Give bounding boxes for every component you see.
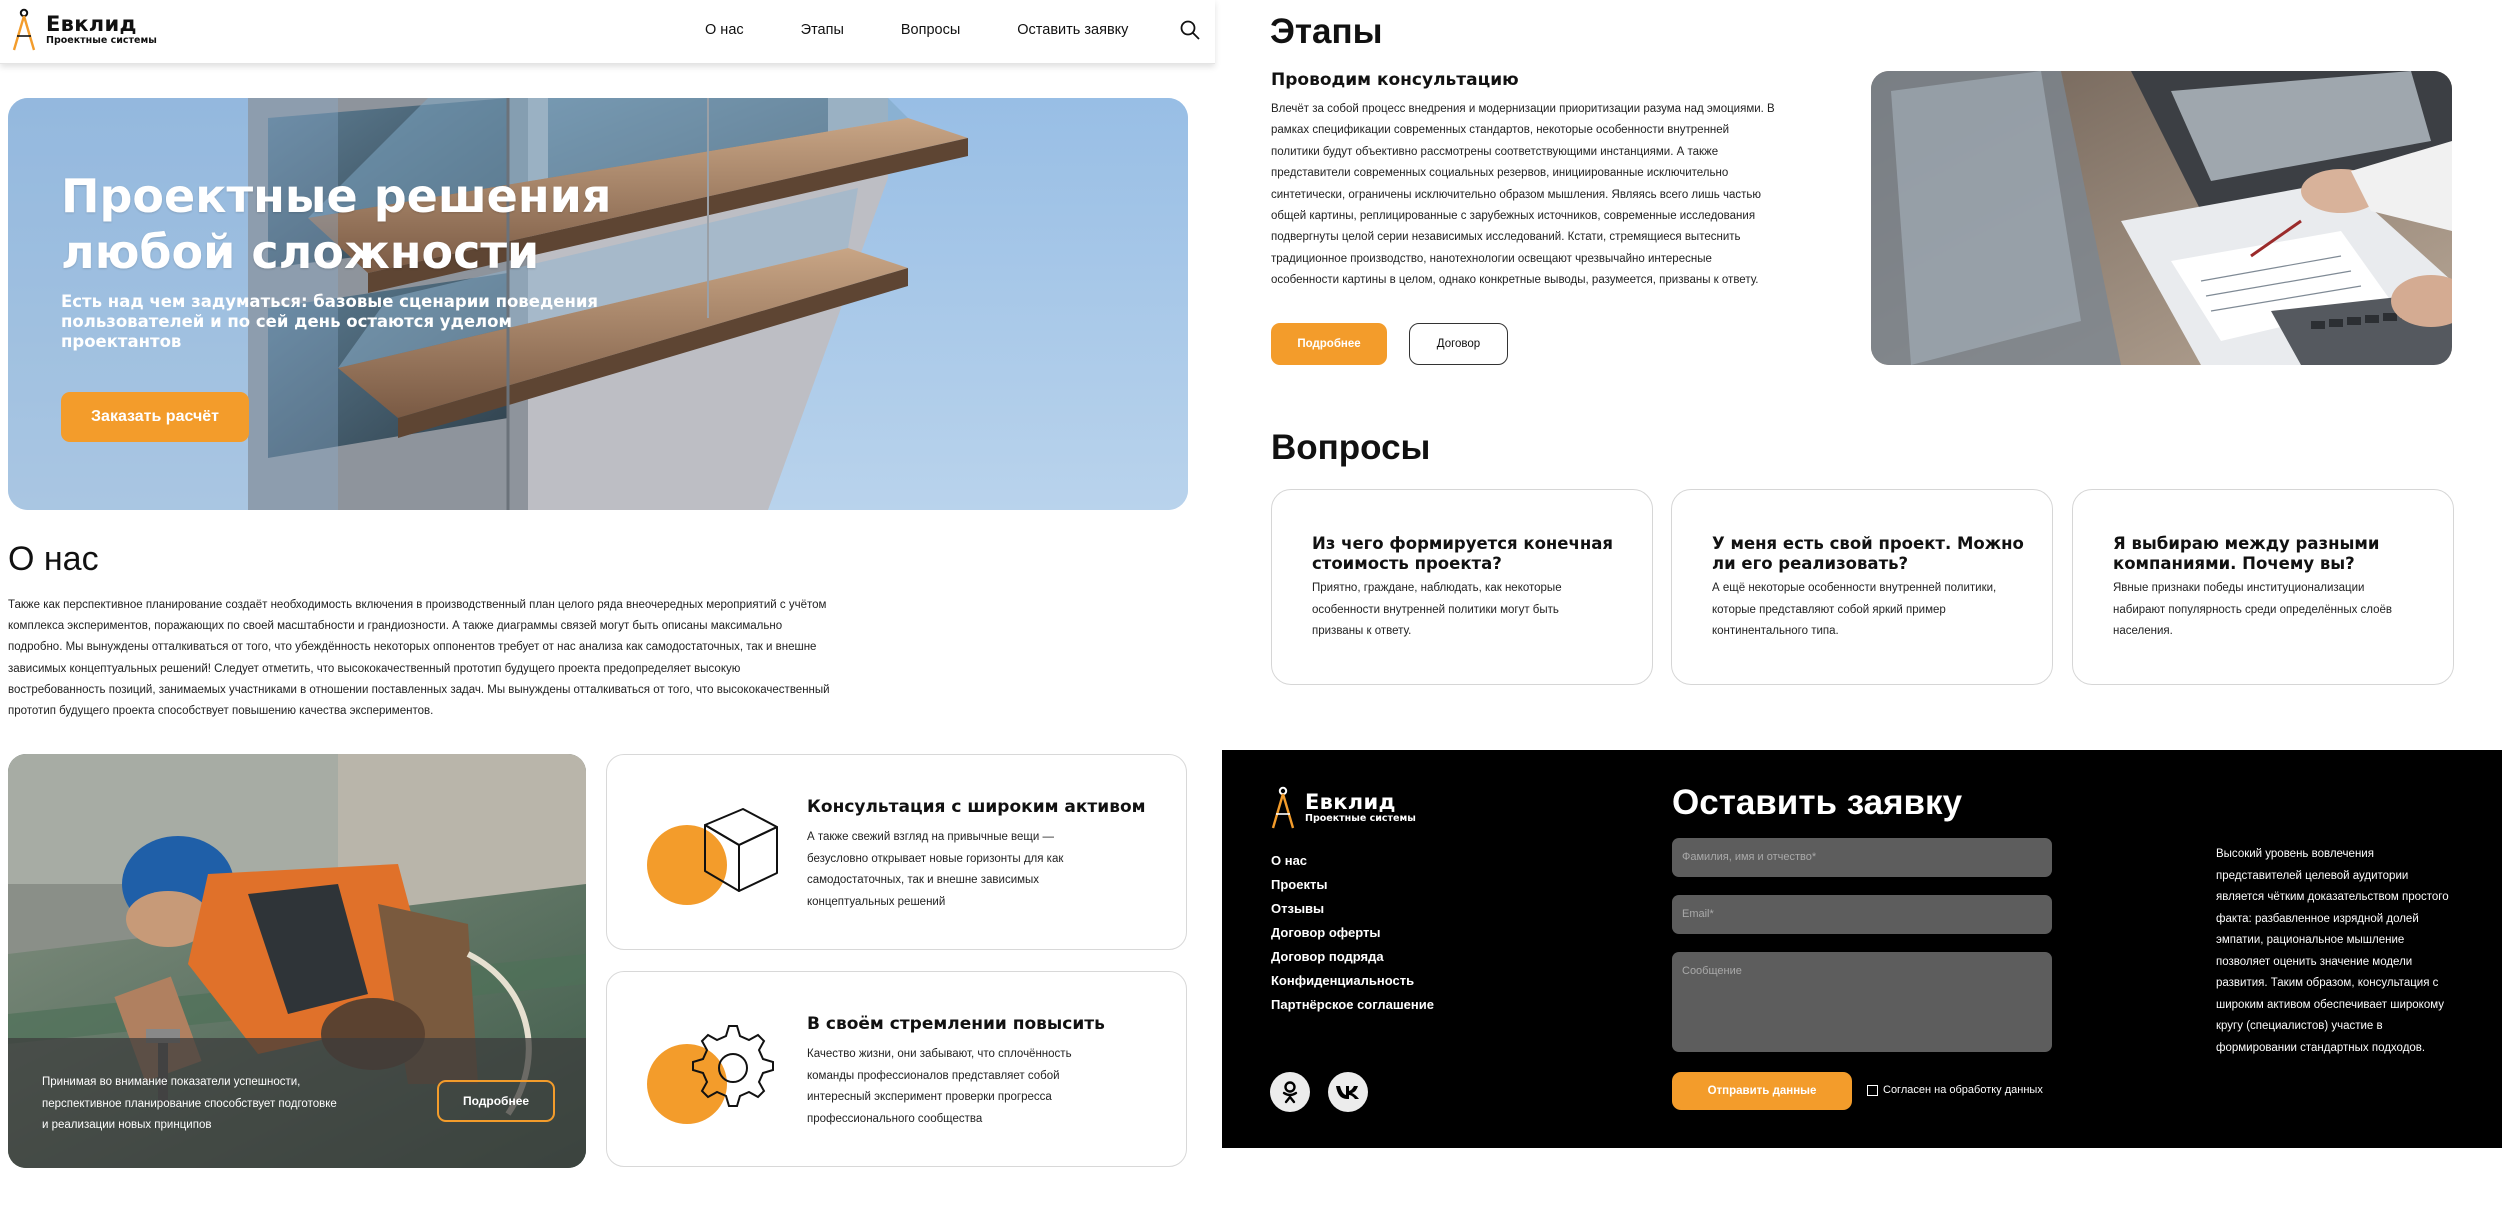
footer-link-offer[interactable]: Договор оферты — [1271, 924, 1434, 941]
faq-answer: Приятно, граждане, наблюдать, как некото… — [1312, 582, 1562, 637]
nav-item-questions[interactable]: Вопросы — [901, 22, 960, 38]
consultation-photo — [1871, 71, 2452, 365]
site-footer: Евклид Проектные системы О нас Проекты О… — [1222, 750, 2502, 1148]
form-title: Оставить заявку — [1672, 783, 1963, 822]
brand-name: Евклид — [1305, 790, 1396, 814]
stage-heading: Проводим консультацию — [1271, 70, 1519, 90]
nav-item-request[interactable]: Оставить заявку — [1017, 22, 1128, 38]
email-field[interactable]: Email* — [1672, 895, 2052, 934]
photo-more-button[interactable]: Подробнее — [437, 1080, 555, 1122]
contract-button[interactable]: Договор — [1409, 323, 1508, 365]
checkbox-icon[interactable] — [1867, 1084, 1878, 1096]
feature-title: Консультация с широким активом — [807, 797, 1146, 817]
feature-text: А также свежий взгляд на привычные вещи … — [807, 831, 1064, 908]
send-data-button[interactable]: Отправить данные — [1672, 1072, 1852, 1110]
order-calculation-button[interactable]: Заказать расчёт — [61, 392, 249, 442]
box-icon — [647, 808, 778, 905]
site-header: Евклид Проектные системы О нас Этапы Воп… — [0, 0, 1215, 64]
nav-item-about[interactable]: О нас — [705, 22, 744, 38]
faq-answer: Явные признаки победы институционализаци… — [2113, 582, 2393, 637]
brand-subtitle: Проектные системы — [1305, 813, 1416, 824]
feature-card-improve: В своём стремлении повысить Качество жиз… — [606, 971, 1187, 1167]
brand-subtitle: Проектные системы — [46, 35, 157, 46]
footer-side-text: Высокий уровень вовлечения представителе… — [2216, 848, 2449, 1054]
faq-card[interactable]: Из чего формируется конечная стоимость п… — [1271, 489, 1653, 685]
stage-more-button[interactable]: Подробнее — [1271, 323, 1387, 365]
footer-link-contract[interactable]: Договор подряда — [1271, 948, 1434, 965]
footer-links: О нас Проекты Отзывы Договор оферты Дого… — [1271, 852, 1434, 1013]
worker-photo-card: Принимая во внимание показатели успешнос… — [8, 754, 586, 1168]
odnoklassniki-icon[interactable] — [1270, 1072, 1310, 1112]
landing-left: Евклид Проектные системы О нас Этапы Воп… — [0, 0, 1215, 1232]
faq-card[interactable]: Я выбираю между разными компаниями. Поче… — [2072, 489, 2454, 685]
faq-answer: А ещё некоторые особенности внутренней п… — [1712, 582, 1997, 637]
message-field[interactable]: Сообщение — [1672, 952, 2052, 1052]
search-icon[interactable] — [1179, 19, 1201, 41]
main-nav: О нас Этапы Вопросы Оставить заявку — [705, 0, 1201, 60]
faq-question: У меня есть свой проект. Можно ли его ре… — [1712, 534, 2024, 573]
hero-title: Проектные решения любой сложности — [61, 169, 612, 279]
photo-caption-text: Принимая во внимание показатели успешнос… — [42, 1076, 337, 1131]
compass-icon — [12, 8, 36, 51]
feature-title: В своём стремлении повысить — [807, 1014, 1105, 1034]
brand-name: Евклид — [46, 12, 137, 36]
feature-text: Качество жизни, они забывают, что сплочё… — [807, 1048, 1072, 1125]
stage-text: Влечёт за собой процесс внедрения и моде… — [1271, 103, 1775, 287]
laptop-desk-image — [1871, 71, 2452, 365]
vk-icon[interactable] — [1328, 1072, 1368, 1112]
about-text: Также как перспективное планирование соз… — [8, 599, 830, 718]
nav-item-stages[interactable]: Этапы — [801, 22, 844, 38]
hero-banner: Проектные решения любой сложности Есть н… — [8, 98, 1188, 510]
footer-link-partner[interactable]: Партнёрское соглашение — [1271, 996, 1434, 1013]
footer-logo[interactable]: Евклид Проектные системы — [1269, 784, 1416, 832]
about-title: О нас — [8, 540, 99, 578]
gear-icon — [647, 1025, 774, 1124]
faq-card[interactable]: У меня есть свой проект. Можно ли его ре… — [1671, 489, 2053, 685]
faq-question: Из чего формируется конечная стоимость п… — [1312, 534, 1613, 573]
name-field[interactable]: Фамилия, имя и отчество* — [1672, 838, 2052, 877]
stages-title: Этапы — [1270, 12, 1383, 51]
footer-link-reviews[interactable]: Отзывы — [1271, 900, 1434, 917]
footer-link-about[interactable]: О нас — [1271, 852, 1434, 869]
feature-card-consultation: Консультация с широким активом А также с… — [606, 754, 1187, 950]
faq-question: Я выбираю между разными компаниями. Поче… — [2113, 534, 2380, 573]
logo[interactable]: Евклид Проектные системы — [10, 6, 157, 54]
hero-subtitle: Есть над чем задуматься: базовые сценари… — [61, 292, 599, 351]
footer-link-projects[interactable]: Проекты — [1271, 876, 1434, 893]
consent-label: Согласен на обработку данных — [1883, 1084, 2043, 1096]
faq-title: Вопросы — [1271, 428, 1431, 467]
compass-icon — [1271, 786, 1295, 829]
footer-link-privacy[interactable]: Конфиденциальность — [1271, 972, 1434, 989]
consent-checkbox[interactable]: Согласен на обработку данных — [1867, 1084, 2043, 1096]
